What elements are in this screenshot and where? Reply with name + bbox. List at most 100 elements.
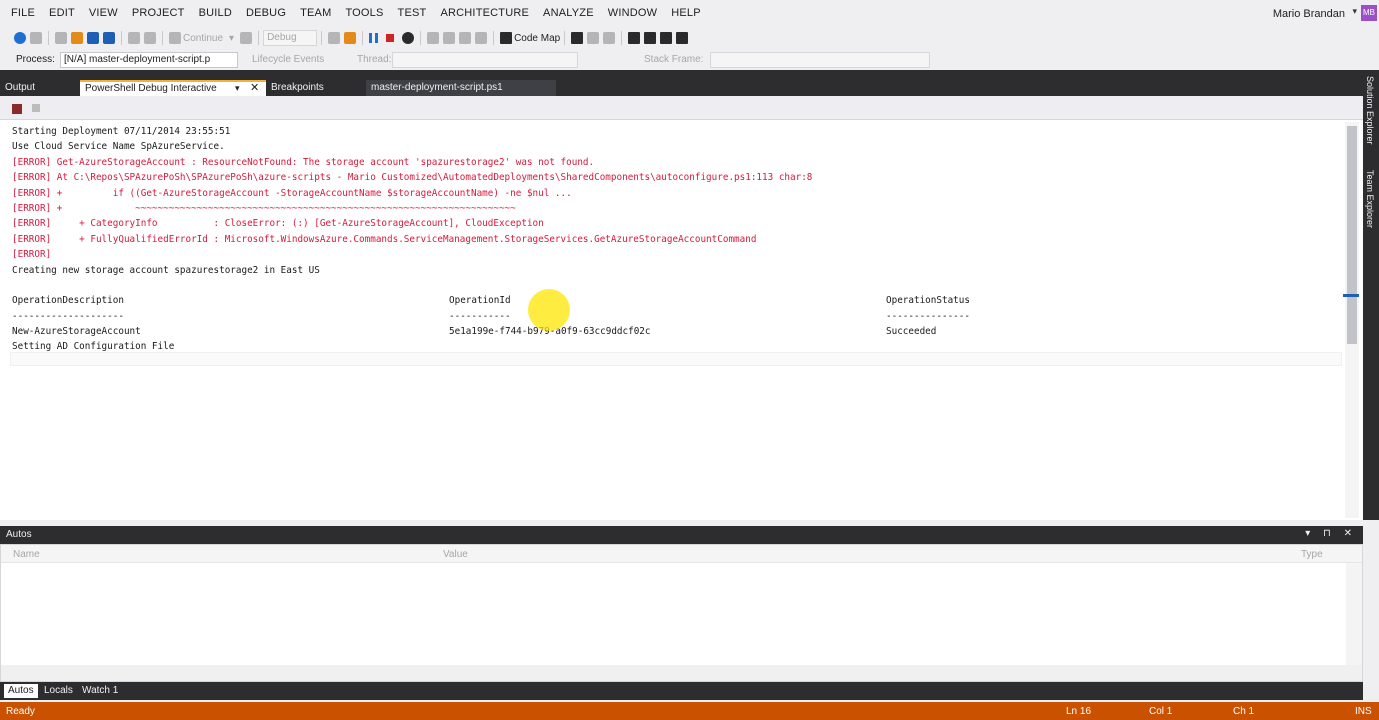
right-tool-tabs: Solution Explorer Team Explorer — [1363, 70, 1379, 520]
comment-icon[interactable] — [603, 32, 616, 44]
save-icon[interactable] — [87, 32, 99, 44]
menu-analyze[interactable]: ANALYZE — [536, 7, 601, 19]
status-column: Col 1 — [1149, 706, 1173, 717]
back-icon[interactable] — [14, 32, 26, 44]
toolbar-separator — [321, 31, 323, 45]
menu-debug[interactable]: DEBUG — [239, 7, 293, 19]
menu-architecture[interactable]: ARCHITECTURE — [433, 7, 536, 19]
tab-breakpoints[interactable]: Breakpoints — [266, 80, 366, 96]
toolbar-separator — [621, 31, 623, 45]
visual-studio-window: FILE EDIT VIEW PROJECT BUILD DEBUG TEAM … — [0, 0, 1379, 720]
open-file-icon[interactable] — [71, 32, 83, 44]
console-input-line[interactable] — [10, 352, 1342, 366]
toolbar-separator — [48, 31, 49, 45]
menu-help[interactable]: HELP — [664, 7, 708, 19]
debug-location-toolbar: Process: [N/A] master-deployment-script.… — [0, 50, 1379, 70]
console-line: Use Cloud Service Name SpAzureService. — [12, 141, 225, 153]
code-map-icon[interactable] — [500, 32, 513, 44]
attach-icon[interactable] — [344, 32, 357, 44]
user-name[interactable]: Mario Brandan — [1273, 8, 1345, 20]
menu-build[interactable]: BUILD — [192, 7, 239, 19]
restart-icon[interactable] — [402, 32, 415, 44]
lifecycle-events-button[interactable]: Lifecycle Events — [252, 54, 324, 65]
clear-output-icon[interactable] — [12, 104, 22, 114]
hex-display-icon[interactable] — [571, 32, 584, 44]
console-error-line: [ERROR] + if ((Get-AzureStorageAccount -… — [12, 187, 572, 199]
avatar[interactable]: MB — [1361, 5, 1377, 21]
autos-title-bar: Autos ▾ ⊓ ✕ — [0, 526, 1363, 544]
autos-horizontal-scrollbar[interactable] — [1, 665, 1362, 681]
tab-label: PowerShell Debug Interactive — [85, 83, 217, 94]
step-into-icon[interactable] — [443, 32, 456, 44]
console-scroll-thumb[interactable] — [1347, 126, 1357, 344]
menu-window[interactable]: WINDOW — [601, 7, 664, 19]
show-next-statement-icon[interactable] — [427, 32, 440, 44]
tab-master-deployment-script[interactable]: master-deployment-script.ps1 — [366, 80, 556, 96]
console-error-line: [ERROR] + FullyQualifiedErrorId : Micros… — [12, 233, 757, 245]
next-bookmark-icon[interactable] — [660, 32, 673, 44]
menu-tools[interactable]: TOOLS — [338, 7, 390, 19]
threads-icon[interactable] — [587, 32, 600, 44]
solution-config-select[interactable]: Debug — [263, 30, 318, 46]
console-error-line: [ERROR] At C:\Repos\SPAzurePoSh\SPAzureP… — [12, 172, 813, 184]
stack-frame-select[interactable] — [710, 52, 930, 68]
menu-edit[interactable]: EDIT — [42, 7, 82, 19]
autos-title: Autos — [6, 529, 32, 540]
tab-output[interactable]: Output — [0, 80, 78, 96]
find-icon[interactable] — [328, 32, 341, 44]
forward-icon[interactable] — [30, 32, 42, 44]
menu-test[interactable]: TEST — [391, 7, 434, 19]
console-error-line: [ERROR] + CategoryInfo : CloseError: (:)… — [12, 218, 544, 230]
console-error-line: [ERROR] — [12, 249, 52, 261]
stop-icon[interactable] — [386, 34, 395, 42]
tab-watch-1[interactable]: Watch 1 — [78, 684, 122, 698]
close-icon[interactable]: ✕ — [250, 82, 259, 95]
autos-vertical-scrollbar[interactable] — [1346, 563, 1362, 665]
clear-bookmarks-icon[interactable] — [676, 32, 689, 44]
side-tab-solution-explorer[interactable]: Solution Explorer — [1365, 76, 1375, 145]
column-type[interactable]: Type — [1301, 549, 1323, 560]
user-menu-caret-icon[interactable]: ▾ — [1352, 6, 1357, 17]
process-select[interactable]: [N/A] master-deployment-script.p — [60, 52, 238, 68]
console-line: Starting Deployment 07/11/2014 23:55:51 — [12, 126, 231, 137]
undo-icon[interactable] — [128, 32, 140, 44]
save-all-icon[interactable] — [103, 32, 115, 44]
thread-select[interactable] — [392, 52, 578, 68]
process-label: Process: — [16, 54, 55, 65]
stop-execution-icon[interactable] — [32, 104, 40, 112]
tab-locals[interactable]: Locals — [40, 684, 77, 698]
code-map-button[interactable]: Code Map — [514, 33, 560, 44]
column-name[interactable]: Name — [13, 549, 40, 560]
ps-pane-toolbar — [0, 96, 1363, 120]
refresh-icon[interactable] — [240, 32, 253, 44]
column-value[interactable]: Value — [443, 549, 468, 560]
continue-button[interactable]: Continue — [183, 33, 223, 44]
toolbar-separator — [362, 31, 364, 45]
new-project-icon[interactable] — [55, 32, 67, 44]
chevron-down-icon[interactable]: ▾ — [229, 33, 234, 44]
panel-window-controls[interactable]: ▾ ⊓ ✕ — [1305, 528, 1357, 539]
menu-file[interactable]: FILE — [4, 7, 42, 19]
thread-label: Thread: — [357, 54, 392, 65]
scroll-position-marker — [1343, 294, 1359, 297]
underline: -------------------- — [12, 310, 124, 322]
cell-operation-description: New-AzureStorageAccount — [12, 326, 141, 338]
powershell-interactive-pane: Starting Deployment 07/11/2014 23:55:51 … — [0, 96, 1363, 520]
menu-view[interactable]: VIEW — [82, 7, 125, 19]
step-out-icon[interactable] — [475, 32, 488, 44]
bookmark-icon[interactable] — [628, 32, 641, 44]
pause-icon[interactable] — [369, 33, 379, 43]
tab-dropdown-icon[interactable]: ▾ — [235, 82, 240, 95]
menu-team[interactable]: TEAM — [293, 7, 338, 19]
redo-icon[interactable] — [144, 32, 156, 44]
debug-window-tabs: Autos Locals Watch 1 — [0, 682, 1363, 700]
prev-bookmark-icon[interactable] — [644, 32, 657, 44]
menu-project[interactable]: PROJECT — [125, 7, 192, 19]
tab-autos[interactable]: Autos — [4, 684, 38, 698]
toolbar-separator — [493, 31, 495, 45]
step-over-icon[interactable] — [459, 32, 472, 44]
autos-pane: Name Value Type — [0, 544, 1363, 682]
continue-icon[interactable] — [169, 32, 181, 44]
side-tab-team-explorer[interactable]: Team Explorer — [1365, 170, 1375, 228]
tab-powershell-debug-interactive[interactable]: PowerShell Debug Interactive ▾ ✕ — [80, 80, 266, 96]
